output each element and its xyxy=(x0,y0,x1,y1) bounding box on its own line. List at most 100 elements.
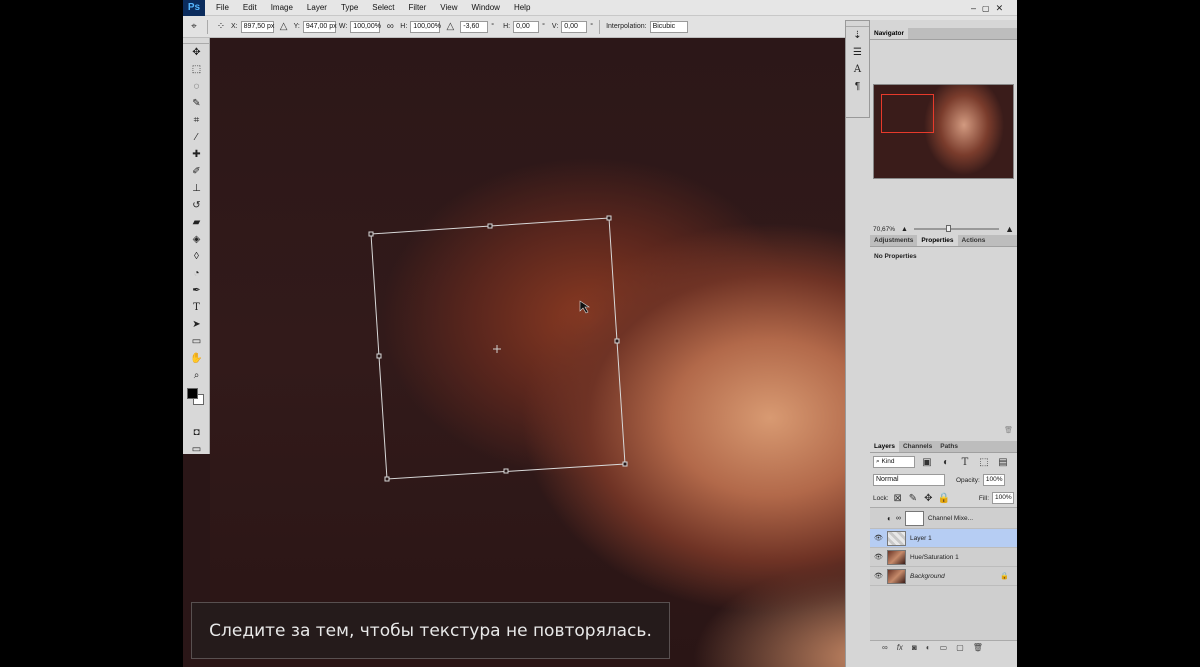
tab-navigator[interactable]: Navigator xyxy=(870,28,908,39)
layer-row[interactable]: ◐ ∞ Channel Mixe... xyxy=(870,508,1017,529)
tab-paths[interactable]: Paths xyxy=(936,441,962,452)
menu-filter[interactable]: Filter xyxy=(402,0,434,16)
stamp-icon[interactable]: ⊥ xyxy=(183,180,210,197)
layer-thumbnail[interactable] xyxy=(887,549,906,565)
zoom-out-icon[interactable]: ▲ xyxy=(901,226,908,233)
tab-channels[interactable]: Channels xyxy=(899,441,936,452)
layer-name[interactable]: Background xyxy=(910,573,996,580)
blend-mode-select[interactable]: Normal xyxy=(873,474,945,486)
lock-transparent-icon[interactable]: ⊠ xyxy=(892,491,904,505)
healing-icon[interactable]: ✚ xyxy=(183,146,210,163)
link-layers-icon[interactable]: ∞ xyxy=(882,643,888,652)
bucket-icon[interactable]: ◈ xyxy=(183,231,210,248)
menu-type[interactable]: Type xyxy=(334,0,365,16)
transform-tool-icon[interactable]: ⌖ xyxy=(187,20,201,34)
menu-edit[interactable]: Edit xyxy=(236,0,264,16)
layer-row[interactable]: 👁 Background 🔒 xyxy=(870,567,1017,586)
eye-icon[interactable]: 👁 xyxy=(874,572,883,580)
eye-icon[interactable]: 👁 xyxy=(874,534,883,542)
zoom-value[interactable]: 70,67% xyxy=(873,226,895,233)
angle-field[interactable]: -3,60 xyxy=(460,20,489,33)
close-icon[interactable]: ✕ xyxy=(996,3,1004,14)
x-field[interactable]: 897,50 px xyxy=(240,20,274,33)
layer-name[interactable]: Layer 1 xyxy=(910,535,932,542)
dodge-icon[interactable]: ◔ xyxy=(183,265,210,282)
vskew-field[interactable]: 0,00 xyxy=(561,20,588,33)
opacity-field[interactable]: 100% xyxy=(982,474,1005,486)
link-icon[interactable]: ∞ xyxy=(383,20,397,34)
navigator-view-box[interactable] xyxy=(881,94,934,133)
delete-layer-icon[interactable]: 🗑 xyxy=(973,643,983,652)
move-icon[interactable]: ✥ xyxy=(183,44,210,61)
fill-field[interactable]: 100% xyxy=(992,492,1014,504)
chain-icon[interactable]: ∞ xyxy=(896,515,901,522)
add-mask-icon[interactable]: ◙ xyxy=(912,643,917,652)
path-select-icon[interactable]: ➤ xyxy=(183,316,210,333)
blur-icon[interactable]: ◊ xyxy=(183,248,210,265)
hskew-field[interactable]: 0,00 xyxy=(513,20,540,33)
filter-pixel-icon[interactable]: ▣ xyxy=(920,455,934,469)
lock-all-icon[interactable]: 🔒 xyxy=(937,491,949,505)
maximize-icon[interactable]: ▢ xyxy=(982,4,990,13)
zoom-in-icon[interactable]: ▲ xyxy=(1005,224,1014,234)
menu-image[interactable]: Image xyxy=(264,0,300,16)
lock-brush-icon[interactable]: ✎ xyxy=(907,491,919,505)
sliders-icon[interactable]: ☰ xyxy=(846,44,869,61)
tab-adjustments[interactable]: Adjustments xyxy=(870,235,917,246)
menu-file[interactable]: File xyxy=(209,0,236,16)
foreground-color[interactable] xyxy=(187,388,198,399)
lasso-icon[interactable]: ◌ xyxy=(183,78,210,95)
crop-icon[interactable]: ⌗ xyxy=(183,112,210,129)
layer-thumbnail[interactable] xyxy=(887,530,906,546)
eraser-icon[interactable]: ▰ xyxy=(183,214,210,231)
eyedropper-icon[interactable]: ⁄ xyxy=(183,129,210,146)
trash-icon[interactable]: 🗑 xyxy=(1004,426,1013,434)
new-adjustment-icon[interactable]: ◐ xyxy=(926,643,931,652)
layer-name[interactable]: Hue/Saturation 1 xyxy=(910,554,959,561)
y-field[interactable]: 947,00 px xyxy=(302,20,337,33)
filter-smart-icon[interactable]: ▤ xyxy=(996,455,1010,469)
history-brush-icon[interactable]: ↺ xyxy=(183,197,210,214)
new-layer-icon[interactable]: ▢ xyxy=(956,643,964,652)
paragraph-icon[interactable]: ¶ xyxy=(846,78,869,95)
quick-mask-icon[interactable]: ◘ xyxy=(183,424,210,441)
screen-mode-icon[interactable]: ▭ xyxy=(183,441,210,458)
marquee-icon[interactable]: ⬚ xyxy=(183,61,210,78)
transform-bounding-box[interactable] xyxy=(210,38,870,667)
delta-icon[interactable]: △ xyxy=(277,20,291,34)
quick-select-icon[interactable]: ✎ xyxy=(183,95,210,112)
type-icon[interactable]: T xyxy=(183,299,210,316)
lock-move-icon[interactable]: ✥ xyxy=(922,491,934,505)
brush-icon[interactable]: ✐ xyxy=(183,163,210,180)
menu-select[interactable]: Select xyxy=(365,0,401,16)
pen-icon[interactable]: ✒ xyxy=(183,282,210,299)
filter-type-icon[interactable]: T xyxy=(958,455,972,469)
filter-shape-icon[interactable]: ⬚ xyxy=(977,455,991,469)
menu-layer[interactable]: Layer xyxy=(300,0,334,16)
fx-icon[interactable]: fx xyxy=(897,643,903,652)
menu-view[interactable]: View xyxy=(433,0,464,16)
tab-layers[interactable]: Layers xyxy=(870,441,899,452)
reference-point-icon[interactable]: ⁘ xyxy=(214,20,228,34)
character-icon[interactable]: A xyxy=(846,61,869,78)
new-group-icon[interactable]: ▭ xyxy=(940,643,948,652)
eye-icon[interactable]: 👁 xyxy=(874,553,883,561)
minimize-icon[interactable]: – xyxy=(971,3,976,13)
zoom-icon[interactable]: ⌕ xyxy=(183,367,210,384)
layer-mask-thumbnail[interactable] xyxy=(904,510,924,526)
tab-actions[interactable]: Actions xyxy=(958,235,990,246)
h-field[interactable]: 100,00% xyxy=(410,20,441,33)
layer-row[interactable]: 👁 Layer 1 xyxy=(870,529,1017,548)
shape-icon[interactable]: ▭ xyxy=(183,333,210,350)
layer-row[interactable]: 👁 Hue/Saturation 1 xyxy=(870,548,1017,567)
tab-properties[interactable]: Properties xyxy=(917,235,958,246)
interpolation-select[interactable]: Bicubic xyxy=(649,20,688,33)
navigator-thumbnail[interactable] xyxy=(873,84,1014,179)
layer-name[interactable]: Channel Mixe... xyxy=(928,515,973,522)
layer-thumbnail[interactable] xyxy=(887,568,906,584)
document-canvas[interactable] xyxy=(210,38,870,667)
w-field[interactable]: 100,00% xyxy=(350,20,381,33)
history-icon[interactable]: ⇣ xyxy=(846,27,869,44)
menu-window[interactable]: Window xyxy=(465,0,507,16)
hand-icon[interactable]: ✋ xyxy=(183,350,210,367)
